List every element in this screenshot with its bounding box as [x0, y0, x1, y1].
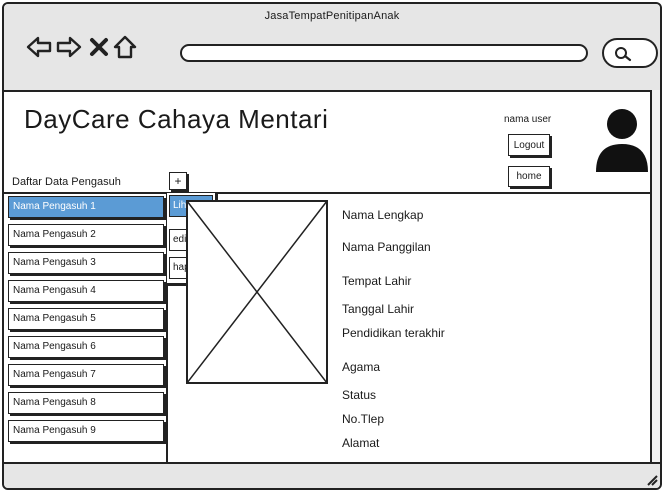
field-nama-lengkap: Nama Lengkap	[342, 208, 424, 222]
list-item[interactable]: Nama Pengasuh 9	[8, 420, 164, 442]
home-icon[interactable]	[112, 34, 138, 60]
forward-arrow-icon[interactable]	[56, 34, 82, 60]
logout-button[interactable]: Logout	[508, 134, 550, 156]
list-item[interactable]: Nama Pengasuh 7	[8, 364, 164, 386]
add-caregiver-button[interactable]: +	[169, 172, 187, 190]
field-agama: Agama	[342, 360, 381, 374]
caregiver-list: Nama Pengasuh 1 Nama Pengasuh 2 Nama Pen…	[4, 194, 168, 464]
window-title: JasaTempatPenitipanAnak	[264, 10, 400, 22]
browser-window: JasaTempatPenitipanAnak DayCare Cahaya M…	[2, 2, 662, 490]
browser-search-box[interactable]	[602, 38, 658, 68]
list-title: Daftar Data Pengasuh	[12, 176, 121, 188]
photo-placeholder	[186, 200, 328, 384]
back-arrow-icon[interactable]	[26, 34, 52, 60]
list-item[interactable]: Nama Pengasuh 8	[8, 392, 164, 414]
address-bar[interactable]	[180, 44, 588, 62]
page-title: DayCare Cahaya Mentari	[24, 104, 329, 134]
browser-toolbar: JasaTempatPenitipanAnak	[4, 4, 660, 92]
list-item[interactable]: Nama Pengasuh 4	[8, 280, 164, 302]
field-tanggal-lahir: Tanggal Lahir	[342, 302, 415, 316]
field-alamat: Alamat	[342, 436, 380, 450]
field-pendidikan-terakhir: Pendidikan terakhir	[342, 326, 445, 340]
list-item[interactable]: Nama Pengasuh 2	[8, 224, 164, 246]
status-bar	[4, 462, 660, 488]
list-item[interactable]: Nama Pengasuh 6	[8, 336, 164, 358]
home-button[interactable]: home	[508, 166, 550, 187]
user-name-label: nama user	[504, 114, 552, 125]
list-item[interactable]: Nama Pengasuh 5	[8, 308, 164, 330]
field-nama-panggilan: Nama Panggilan	[342, 240, 431, 254]
search-icon	[615, 47, 632, 62]
list-item[interactable]: Nama Pengasuh 3	[8, 252, 164, 274]
close-icon[interactable]	[86, 34, 112, 60]
field-tempat-lahir: Tempat Lahir	[342, 274, 412, 288]
list-item[interactable]: Nama Pengasuh 1	[8, 196, 164, 218]
resize-grip-icon[interactable]	[644, 472, 658, 486]
avatar-icon	[596, 109, 648, 172]
field-status: Status	[342, 388, 377, 402]
field-no-tlep: No.Tlep	[342, 412, 385, 426]
